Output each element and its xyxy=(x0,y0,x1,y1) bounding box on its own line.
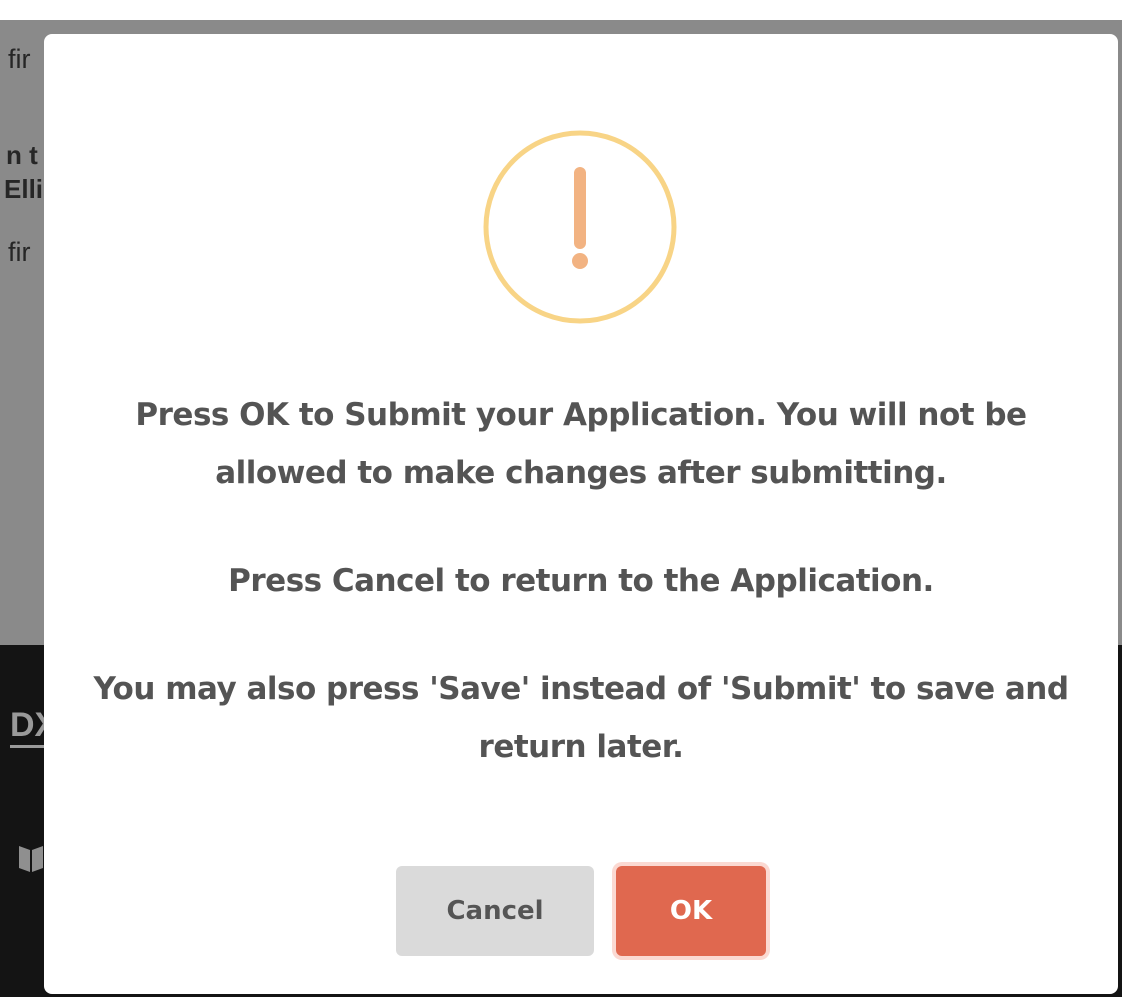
message-line: Press OK to Submit your Application. You… xyxy=(135,397,1027,433)
ok-button[interactable]: OK xyxy=(616,866,766,956)
background-text: fir xyxy=(8,237,31,267)
background-text: fir xyxy=(8,44,31,74)
cancel-button[interactable]: Cancel xyxy=(396,866,594,956)
warning-icon xyxy=(483,130,677,324)
dialog-message-submit: Press OK to Submit your Application. You… xyxy=(84,386,1078,502)
confirm-dialog: Press OK to Submit your Application. You… xyxy=(44,34,1118,994)
background-heading: Elli xyxy=(4,174,44,204)
background-heading: n t xyxy=(6,140,38,170)
dialog-message-save: You may also press 'Save' instead of 'Su… xyxy=(84,660,1078,776)
message-line: return later. xyxy=(478,729,684,765)
book-icon xyxy=(19,846,43,872)
message-line: Press Cancel to return to the Applicatio… xyxy=(228,563,934,599)
message-line: allowed to make changes after submitting… xyxy=(215,455,947,491)
message-line: You may also press 'Save' instead of 'Su… xyxy=(93,671,1069,707)
page-header-strip xyxy=(0,0,1122,20)
dialog-message-cancel: Press Cancel to return to the Applicatio… xyxy=(84,552,1078,610)
